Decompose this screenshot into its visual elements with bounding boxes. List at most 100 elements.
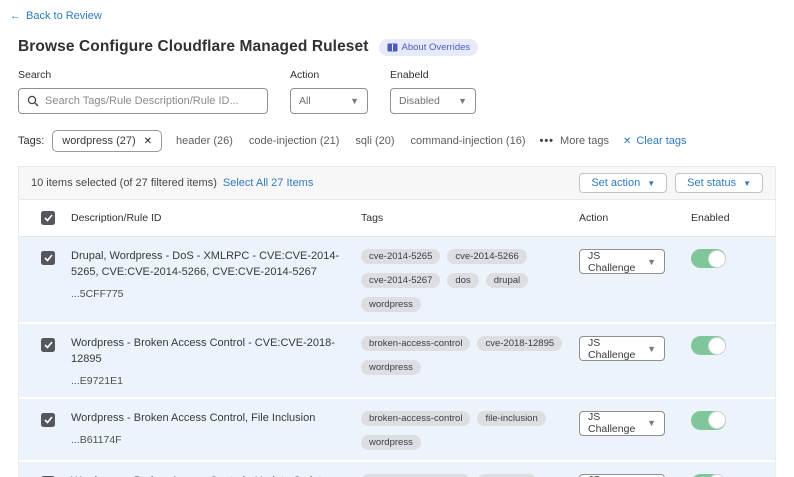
chevron-down-icon: ▼ <box>647 344 656 354</box>
toggle-knob <box>708 411 726 429</box>
rule-description: Drupal, Wordpress - DoS - XMLRPC - CVE:C… <box>71 249 345 281</box>
chevron-down-icon: ▼ <box>647 179 655 188</box>
tag-filter[interactable]: command-injection (16) <box>411 135 526 147</box>
rule-action-select[interactable]: JS Challenge ▼ <box>579 249 665 274</box>
rule-enabled-toggle[interactable] <box>691 411 726 430</box>
row-checkbox[interactable] <box>41 251 55 265</box>
page-title: Browse Configure Cloudflare Managed Rule… <box>18 38 369 56</box>
check-icon <box>44 341 53 349</box>
rule-action-select[interactable]: JS Challenge ▼ <box>579 336 665 361</box>
clear-icon: ✕ <box>623 136 631 147</box>
set-action-button[interactable]: Set action ▼ <box>579 173 667 193</box>
rule-enabled-toggle[interactable] <box>691 249 726 268</box>
rule-tags: broken-access-control file-inclusion wordp… <box>361 411 569 450</box>
selected-tag-label: wordpress (27) <box>62 135 135 147</box>
tag-chip: cve-2014-5265 <box>361 249 440 264</box>
tags-label: Tags: <box>18 135 44 147</box>
book-icon <box>387 43 398 52</box>
tag-chip: cve-2018-12895 <box>477 336 562 351</box>
table-row: Wordpress - Broken Access Control - CVE:… <box>19 324 775 399</box>
chevron-down-icon: ▼ <box>458 96 467 106</box>
select-all-checkbox[interactable] <box>41 211 55 225</box>
rule-description: Wordpress - Broken Access Control, File … <box>71 411 345 427</box>
table-row: Wordpress - Broken Access Control, File … <box>19 399 775 462</box>
action-filter-label: Action <box>290 69 368 81</box>
rule-enabled-toggle[interactable] <box>691 336 726 355</box>
toggle-knob <box>708 337 726 355</box>
check-icon <box>44 214 53 222</box>
table-body: Drupal, Wordpress - DoS - XMLRPC - CVE:C… <box>19 237 775 477</box>
rule-action-value: JS Challenge <box>588 250 637 274</box>
rule-id: ...E9721E1 <box>71 375 345 387</box>
set-action-label: Set action <box>591 177 640 189</box>
row-checkbox[interactable] <box>41 413 55 427</box>
column-header-tags: Tags <box>361 212 579 224</box>
select-all-link[interactable]: Select All 27 Items <box>223 177 314 189</box>
tags-bar: Tags: wordpress (27) ✕ header (26) code-i… <box>18 130 794 152</box>
column-header-action: Action <box>579 212 691 224</box>
tag-chip: broken-access-control <box>361 336 470 351</box>
more-tags-label: More tags <box>560 135 609 147</box>
clear-tags-button[interactable]: ✕ Clear tags <box>623 135 687 147</box>
tag-chip: wordpress <box>361 297 421 312</box>
search-input[interactable] <box>45 95 259 107</box>
clear-tags-label: Clear tags <box>636 135 686 147</box>
rule-action-value: JS Challenge <box>588 337 637 361</box>
tag-chip: wordpress <box>361 435 421 450</box>
ellipsis-icon: ••• <box>539 135 554 147</box>
tag-filter[interactable]: sqli (20) <box>355 135 394 147</box>
column-header-description: Description/Rule ID <box>71 212 361 224</box>
enabled-filter-label: Enabeld <box>390 69 476 81</box>
action-filter-value: All <box>299 95 311 107</box>
selection-status-text: 10 items selected (of 27 filtered items) <box>31 177 217 189</box>
badge-label: About Overrides <box>402 42 471 53</box>
tag-chip: dos <box>447 273 478 288</box>
tag-filter[interactable]: header (26) <box>176 135 233 147</box>
tag-chip: drupal <box>486 273 528 288</box>
search-filter: Search <box>18 69 268 114</box>
browse-ruleset-page: ← Back to Review Browse Configure Cloudf… <box>0 0 794 477</box>
rule-action-select[interactable]: JS Challenge ▼ <box>579 411 665 436</box>
more-tags-button[interactable]: ••• More tags <box>539 135 608 147</box>
search-label: Search <box>18 69 268 81</box>
rule-description: Wordpress - Broken Access Control - CVE:… <box>71 336 345 368</box>
search-icon <box>27 95 39 107</box>
table-row: Drupal, Wordpress - DoS - XMLRPC - CVE:C… <box>19 237 775 324</box>
chevron-down-icon: ▼ <box>350 96 359 106</box>
chevron-down-icon: ▼ <box>647 418 656 428</box>
rule-id: ...B61174F <box>71 434 345 446</box>
set-status-button[interactable]: Set status ▼ <box>675 173 763 193</box>
rule-id: ...5CFF775 <box>71 288 345 300</box>
toggle-knob <box>708 250 726 268</box>
selected-tag-wordpress[interactable]: wordpress (27) ✕ <box>52 130 162 152</box>
selection-bar: 10 items selected (of 27 filtered items)… <box>18 166 776 200</box>
remove-tag-icon[interactable]: ✕ <box>144 136 152 147</box>
rule-tags: broken-access-control cve-2018-12895 wordp… <box>361 336 569 375</box>
check-icon <box>44 416 53 424</box>
enabled-filter-value: Disabled <box>399 95 440 107</box>
back-link-label: Back to Review <box>26 10 102 22</box>
table-header: Description/Rule ID Tags Action Enabled <box>19 200 775 237</box>
enabled-filter: Enabeld Disabled ▼ <box>390 69 476 114</box>
action-filter-select[interactable]: All ▼ <box>290 88 368 114</box>
back-to-review-link[interactable]: ← Back to Review <box>10 10 102 22</box>
row-checkbox[interactable] <box>41 338 55 352</box>
search-box <box>18 88 268 114</box>
rules-table: Description/Rule ID Tags Action Enabled … <box>18 200 776 477</box>
tag-filter[interactable]: code-injection (21) <box>249 135 340 147</box>
filter-bar: Search Action All ▼ Enabeld Disabled ▼ <box>18 69 794 114</box>
tag-chip: file-inclusion <box>477 411 545 426</box>
tag-chip: wordpress <box>361 360 421 375</box>
table-row: Wordpress - Broken Access Control - Upda… <box>19 462 775 477</box>
arrow-left-icon: ← <box>10 10 21 22</box>
check-icon <box>44 254 53 262</box>
tag-chip: cve-2014-5266 <box>447 249 526 264</box>
rule-action-value: JS Challenge <box>588 411 637 435</box>
chevron-down-icon: ▼ <box>647 257 656 267</box>
tag-chip: broken-access-control <box>361 411 470 426</box>
about-overrides-badge[interactable]: About Overrides <box>379 39 479 56</box>
column-header-enabled: Enabled <box>691 212 775 224</box>
page-header: Browse Configure Cloudflare Managed Rule… <box>18 38 794 56</box>
set-status-label: Set status <box>687 177 736 189</box>
enabled-filter-select[interactable]: Disabled ▼ <box>390 88 476 114</box>
